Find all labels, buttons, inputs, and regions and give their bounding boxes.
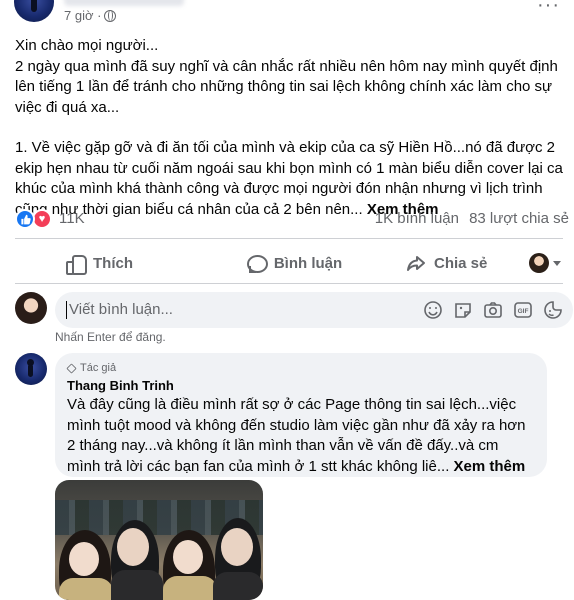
author-badge: Tác giả	[66, 361, 535, 375]
comment-count[interactable]: 1K bình luận	[375, 210, 459, 227]
photo-face	[69, 542, 99, 576]
thumb-up-icon	[65, 253, 87, 275]
reactions-summary: ♥ 11K 1K bình luận 83 lượt chia sẻ	[15, 208, 569, 230]
post-paragraph: Xin chào mọi người... 2 ngày qua mình đã…	[15, 36, 563, 118]
photo-clothing	[213, 572, 263, 600]
reaction-count[interactable]: 11K	[59, 210, 85, 227]
post-header: 7 giờ · ···	[0, 0, 574, 30]
avatar	[529, 253, 550, 273]
like-button[interactable]: Thích	[15, 245, 218, 281]
chevron-down-icon	[553, 260, 562, 266]
share-count[interactable]: 83 lượt chia sẻ	[469, 210, 569, 227]
photo-face	[173, 540, 203, 574]
gif-icon[interactable]: GIF	[513, 300, 533, 320]
react-as-selector[interactable]	[523, 253, 563, 273]
post-intro: 2 ngày qua mình đã suy nghĩ và cân nhắc …	[15, 57, 558, 116]
comment-bubble: Tác giả Thang Binh Trinh Và đây cũng là …	[55, 353, 547, 477]
svg-text:GIF: GIF	[518, 308, 529, 315]
more-icon[interactable]: ···	[537, 0, 560, 17]
pencil-icon	[66, 362, 77, 374]
comment-composer: Viết bình luận... GIF	[15, 292, 573, 328]
author-avatar[interactable]	[14, 0, 54, 22]
photo-face	[221, 528, 253, 566]
post-point-1: 1. Về việc gặp gỡ và đi ăn tối của mình …	[15, 139, 563, 218]
comment-author[interactable]: Thang Binh Trinh	[67, 378, 535, 393]
composer-tools: GIF	[423, 300, 563, 320]
like-reaction-icon[interactable]	[15, 209, 35, 229]
post-hint: Nhấn Enter để đăng.	[55, 330, 166, 344]
photo-clothing	[111, 570, 163, 600]
photo-clothing	[163, 576, 217, 600]
smiley-icon[interactable]	[423, 300, 443, 320]
photo-face	[117, 528, 149, 566]
post-greeting: Xin chào mọi người...	[15, 37, 159, 54]
comment-text: Và đây cũng là điều mình rất sợ ở các Pa…	[67, 395, 535, 477]
emoji-sticker-icon[interactable]	[543, 300, 563, 320]
comment-placeholder: Viết bình luận...	[69, 301, 173, 318]
like-label: Thích	[93, 254, 133, 272]
sticker-icon[interactable]	[453, 300, 473, 320]
divider	[15, 283, 563, 284]
comment-button[interactable]: Bình luận	[218, 245, 371, 281]
globe-icon	[104, 9, 117, 22]
love-reaction-icon[interactable]: ♥	[32, 209, 52, 229]
post-actions: Thích Bình luận Chia sẻ	[15, 243, 563, 283]
share-button[interactable]: Chia sẻ	[370, 245, 523, 281]
share-label: Chia sẻ	[434, 254, 488, 272]
current-user-avatar[interactable]	[15, 292, 47, 324]
comment-icon	[246, 253, 268, 273]
comment-photo[interactable]	[55, 480, 263, 600]
comment-label: Bình luận	[273, 254, 343, 272]
author-name-blurred[interactable]	[64, 0, 184, 6]
share-icon	[406, 253, 426, 273]
text-caret	[66, 301, 67, 319]
divider	[15, 238, 563, 239]
author-badge-label: Tác giả	[80, 362, 117, 374]
post-timestamp[interactable]: 7 giờ ·	[64, 8, 117, 23]
comment-see-more-link[interactable]: Xem thêm	[454, 458, 526, 475]
post-time-text[interactable]: 7 giờ ·	[64, 8, 101, 23]
commenter-avatar[interactable]	[15, 353, 47, 385]
camera-icon[interactable]	[483, 300, 503, 320]
comment-input[interactable]: Viết bình luận... GIF	[55, 292, 573, 328]
photo-clothing	[59, 578, 113, 600]
